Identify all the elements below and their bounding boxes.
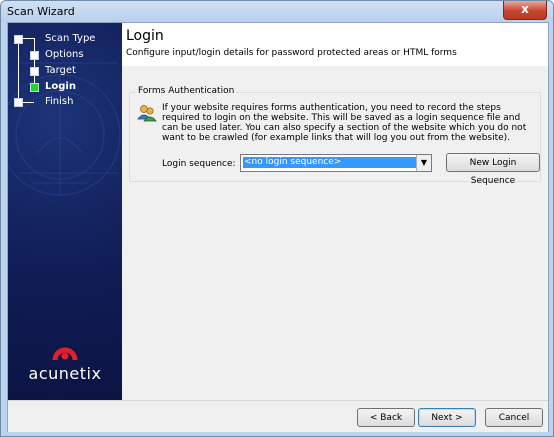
back-button[interactable]: < Back xyxy=(357,408,415,427)
wizard-client: Scan Type Options Target Login Finish ac… xyxy=(7,22,549,432)
users-icon xyxy=(137,105,157,122)
wizard-content: Login Configure input/login details for … xyxy=(122,23,548,400)
step-marker-active xyxy=(30,83,39,92)
step-options: Options xyxy=(8,49,122,63)
chevron-down-icon[interactable]: ▼ xyxy=(416,155,431,171)
scan-wizard-window: Scan Wizard x Scan Type Options Target L… xyxy=(0,0,554,437)
step-target: Target xyxy=(8,65,122,79)
cancel-button[interactable]: Cancel xyxy=(485,408,543,427)
forms-authentication-legend: Forms Authentication xyxy=(136,86,237,96)
login-sequence-select[interactable]: <no login sequence> ▼ xyxy=(240,154,432,172)
login-sequence-label: Login sequence: xyxy=(162,159,236,169)
step-label: Login xyxy=(45,81,76,92)
step-label: Scan Type xyxy=(45,33,96,44)
page-subtitle: Configure input/login details for passwo… xyxy=(126,48,457,58)
step-marker xyxy=(30,67,39,76)
step-label: Finish xyxy=(45,96,74,107)
page-header: Login Configure input/login details for … xyxy=(122,23,548,66)
page-title: Login xyxy=(126,28,164,44)
wizard-sidebar: Scan Type Options Target Login Finish ac… xyxy=(8,23,122,400)
window-title: Scan Wizard xyxy=(7,5,75,18)
acunetix-logo-icon xyxy=(52,347,78,361)
acunetix-logo-text: acunetix xyxy=(28,364,102,383)
step-marker xyxy=(14,35,23,44)
title-bar: Scan Wizard x xyxy=(1,1,553,22)
step-scan-type: Scan Type xyxy=(8,33,122,47)
step-label: Target xyxy=(45,65,76,76)
step-marker xyxy=(30,51,39,60)
new-login-sequence-button[interactable]: New Login Sequence xyxy=(446,153,540,186)
login-sequence-value: <no login sequence> xyxy=(242,156,417,169)
forms-authentication-description: If your website requires forms authentic… xyxy=(162,103,527,143)
next-button[interactable]: Next > xyxy=(418,408,476,427)
step-login: Login xyxy=(8,81,122,95)
step-finish: Finish xyxy=(8,96,122,110)
close-button[interactable]: x xyxy=(503,1,547,20)
step-marker xyxy=(14,98,23,107)
step-label: Options xyxy=(45,49,84,60)
wizard-footer: < Back Next > Cancel xyxy=(8,400,548,432)
